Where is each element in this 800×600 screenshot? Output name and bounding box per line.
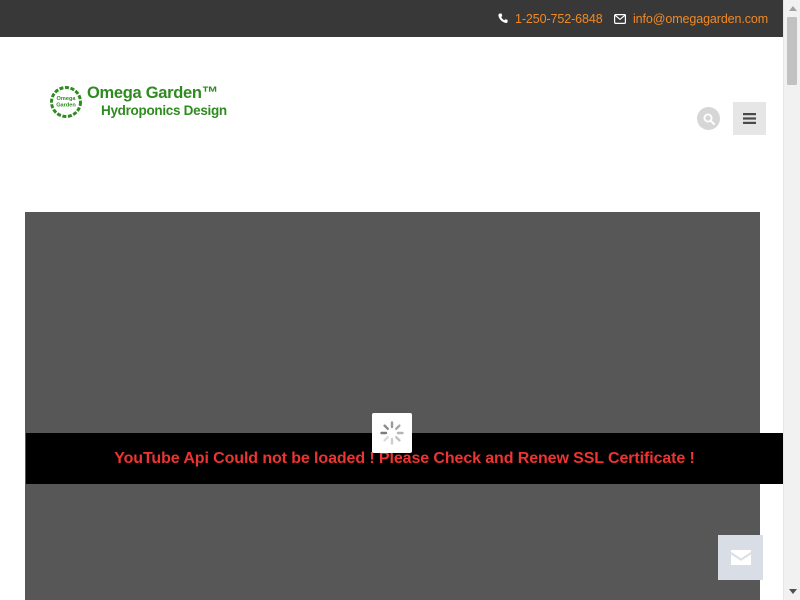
logo-title: Omega Garden™ — [87, 84, 218, 102]
video-background — [25, 212, 760, 600]
triangle-down-icon — [788, 589, 797, 594]
spinner-icon — [380, 421, 404, 445]
hamburger-icon — [743, 113, 756, 124]
site-header: Omega Garden Omega Garden™ Hydroponics D… — [0, 37, 783, 212]
video-loader — [372, 413, 412, 453]
search-icon — [703, 113, 715, 125]
phone-number: 1-250-752-6848 — [515, 11, 603, 26]
logo-mark: Omega Garden — [50, 86, 82, 118]
scroll-up-arrow[interactable] — [784, 0, 800, 17]
logo-subtitle: Hydroponics Design — [101, 103, 227, 118]
email-link[interactable]: info@omegagarden.com — [614, 0, 768, 37]
scroll-down-arrow[interactable] — [784, 583, 800, 600]
page-scrollbar[interactable] — [783, 0, 800, 600]
scroll-thumb[interactable] — [787, 17, 797, 85]
envelope-icon — [730, 550, 751, 565]
triangle-up-icon — [788, 6, 797, 11]
page-viewport: 1-250-752-6848 info@omegagarden.com Omeg… — [0, 0, 800, 600]
top-bar: 1-250-752-6848 info@omegagarden.com — [0, 0, 783, 37]
phone-link[interactable]: 1-250-752-6848 — [498, 0, 603, 37]
menu-toggle-button[interactable] — [733, 102, 766, 135]
logo-mark-line2: Garden — [56, 103, 76, 109]
email-address: info@omegagarden.com — [633, 11, 769, 26]
search-button[interactable] — [697, 107, 720, 130]
contact-form-button[interactable] — [718, 535, 763, 580]
site-logo[interactable]: Omega Garden Omega Garden™ Hydroponics D… — [49, 83, 229, 123]
envelope-icon — [614, 13, 626, 24]
logo-mark-line1: Omega — [57, 96, 77, 102]
phone-icon — [498, 13, 508, 24]
